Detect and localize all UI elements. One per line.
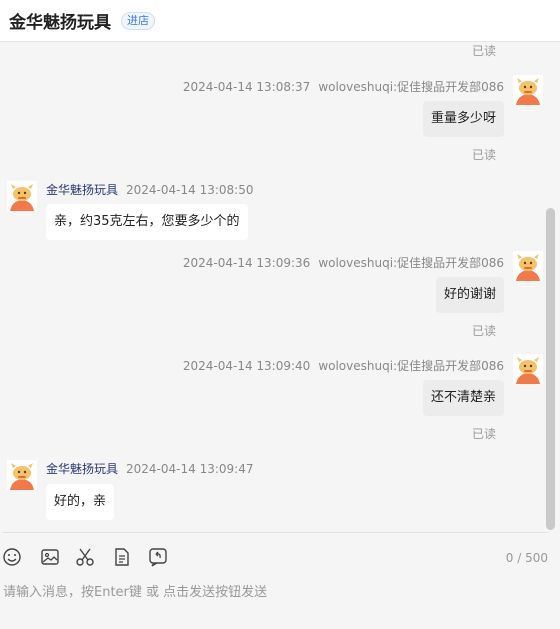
composer-toolbar [0,546,560,570]
message-sender: woloveshuqi:促佳搜品开发部086 [318,256,504,270]
message-time: 2024-04-14 13:08:50 [126,183,254,197]
message-time: 2024-04-14 13:09:47 [126,462,254,476]
avatar[interactable] [513,354,543,384]
shop-name: 金华魅扬玩具 [9,13,111,33]
message-meta: 金华魅扬玩具 2024-04-14 13:09:47 [46,460,253,477]
message-sender: woloveshuqi:促佳搜品开发部086 [318,359,504,373]
message-sender: 金华魅扬玩具 [46,183,119,197]
read-status: 已读 [471,148,496,162]
message-time: 2024-04-14 13:09:36 [182,256,311,270]
message-sender: 金华魅扬玩具 [46,462,119,476]
message-bubble: 亲，约35克左右，您要多少个的 [46,204,248,240]
read-status: 已读 [471,44,496,58]
scrollbar-thumb[interactable] [546,208,555,530]
chat-header: 金华魅扬玩具 进店 [0,0,560,42]
char-counter: 0 / 500 [505,551,548,565]
message-meta: 2024-04-14 13:08:37 woloveshuqi:促佳搜品开发部08… [183,78,504,95]
read-status: 已读 [471,427,496,441]
message-time: 2024-04-14 13:09:40 [182,359,311,373]
avatar[interactable] [513,251,543,281]
image-icon[interactable] [39,546,61,568]
message-bubble: 好的谢谢 [435,277,504,313]
smile-icon[interactable] [1,546,23,568]
message-time: 2024-04-14 13:08:37 [182,80,311,94]
recall-icon[interactable] [147,546,169,568]
enter-shop-button[interactable]: 进店 [121,11,155,30]
message-input[interactable]: 请输入消息，按Enter键 或 点击发送按钮发送 [3,581,267,600]
message-bubble: 好的，亲 [46,484,115,520]
message-sender: woloveshuqi:促佳搜品开发部086 [318,80,504,94]
avatar[interactable] [7,181,37,211]
scissors-icon[interactable] [74,546,96,568]
message-meta: 2024-04-14 13:09:40 woloveshuqi:促佳搜品开发部08… [183,357,504,374]
avatar[interactable] [513,75,543,105]
message-bubble: 还不清楚亲 [422,380,504,416]
message-list[interactable]: 已读 2024-04-14 13:08:37 woloveshuqi:促佳搜品开发… [0,42,560,532]
divider [2,532,548,533]
message-bubble: 重量多少呀 [422,101,504,137]
avatar[interactable] [7,460,37,490]
message-meta: 2024-04-14 13:09:36 woloveshuqi:促佳搜品开发部08… [183,254,504,271]
document-icon[interactable] [111,546,133,568]
message-meta: 金华魅扬玩具 2024-04-14 13:08:50 [46,181,253,198]
read-status: 已读 [471,324,496,338]
